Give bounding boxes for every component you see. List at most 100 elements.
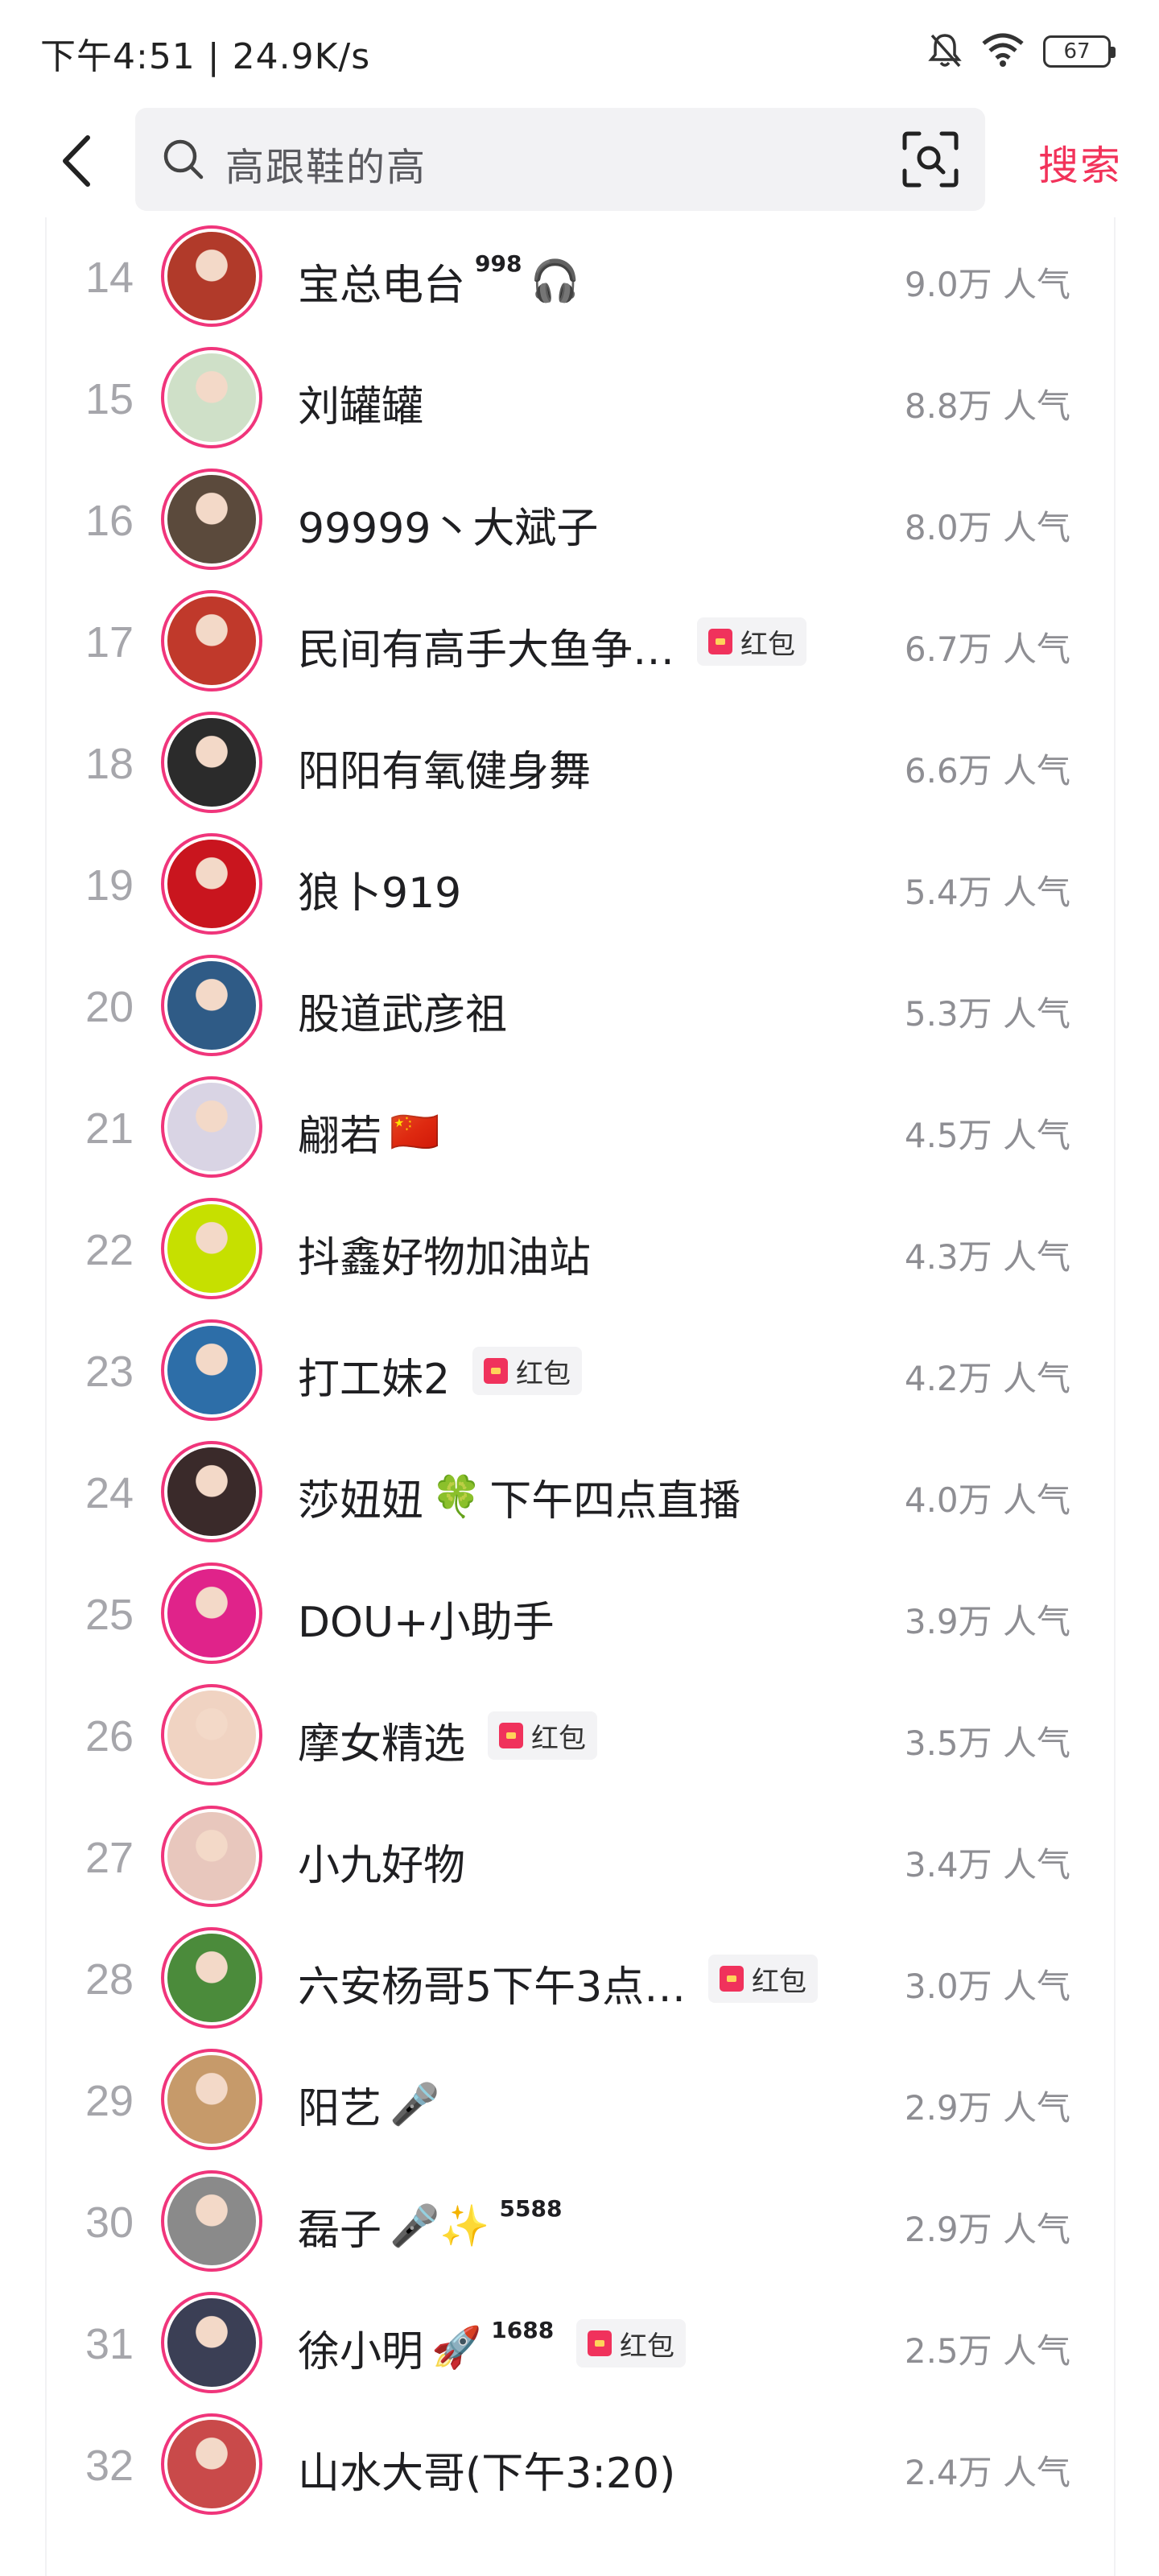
streamer-name[interactable]: 阳艺 🎤 <box>298 2074 439 2135</box>
avatar[interactable] <box>161 712 262 813</box>
avatar[interactable] <box>161 1927 262 2029</box>
streamer-name-text: 六安杨哥5下午3点… <box>298 1963 687 2012</box>
list-item[interactable]: 30 磊子 🎤✨ 5588 2.9万 人气 <box>47 2159 1117 2283</box>
list-item[interactable]: 28 六安杨哥5下午3点… 红包 3.0万 人气 <box>47 1916 1117 2040</box>
streamer-name-text: 狼卜919 <box>298 869 462 918</box>
red-envelope-icon <box>588 2330 612 2356</box>
avatar-image <box>167 475 256 564</box>
list-item[interactable]: 26 摩女精选 红包 3.5万 人气 <box>47 1673 1117 1797</box>
streamer-name[interactable]: 刘罐罐 <box>298 373 423 433</box>
battery-icon: 67 <box>1043 35 1116 68</box>
avatar-image <box>167 1326 256 1414</box>
name-emoji: 🇨🇳 <box>390 1108 440 1155</box>
name-emoji: 🚀 <box>431 2324 482 2371</box>
red-envelope-badge[interactable]: 红包 <box>697 617 806 666</box>
avatar[interactable] <box>161 1198 262 1299</box>
streamer-name-text: 打工妹2 <box>298 1356 451 1404</box>
avatar[interactable] <box>161 1319 262 1421</box>
streamer-name[interactable]: 阳阳有氧健身舞 <box>298 737 591 798</box>
avatar[interactable] <box>161 469 262 570</box>
list-item[interactable]: 16 99999丶大斌子 8.0万 人气 <box>47 457 1117 581</box>
avatar[interactable] <box>161 590 262 691</box>
avatar-image <box>167 1812 256 1901</box>
rank-number: 25 <box>85 1591 134 1639</box>
list-item[interactable]: 19 狼卜919 5.4万 人气 <box>47 822 1117 946</box>
list-item[interactable]: 31 徐小明 🚀 1688 红包 2.5万 人气 <box>47 2281 1117 2405</box>
avatar[interactable] <box>161 2170 262 2272</box>
streamer-name[interactable]: 徐小明 🚀 1688 <box>298 2317 554 2378</box>
streamer-name[interactable]: 莎妞妞 🍀 下午四点直播 <box>298 1467 740 1527</box>
list-item[interactable]: 24 莎妞妞 🍀 下午四点直播 4.0万 人气 <box>47 1430 1117 1554</box>
list-item[interactable]: 20 股道武彦祖 5.3万 人气 <box>47 943 1117 1067</box>
streamer-name[interactable]: 磊子 🎤✨ 5588 <box>298 2195 562 2256</box>
image-search-button[interactable] <box>900 129 961 190</box>
streamer-name[interactable]: 小九好物 <box>298 1831 465 1892</box>
streamer-name[interactable]: 狼卜919 <box>298 859 461 919</box>
search-query-text: 高跟鞋的高 <box>225 145 427 190</box>
red-envelope-badge[interactable]: 红包 <box>488 1711 597 1760</box>
avatar[interactable] <box>161 1684 262 1785</box>
avatar-image <box>167 2420 256 2508</box>
list-item[interactable]: 22 抖鑫好物加油站 4.3万 人气 <box>47 1187 1117 1311</box>
streamer-name[interactable]: 翩若 🇨🇳 <box>298 1102 439 1162</box>
search-button[interactable]: 搜索 <box>1038 134 1122 192</box>
red-envelope-badge[interactable]: 红包 <box>472 1347 582 1395</box>
streamer-name-text: 山水大哥(下午3:20) <box>298 2450 676 2498</box>
streamer-name[interactable]: 民间有高手大鱼争… <box>298 616 674 676</box>
red-envelope-icon <box>499 1723 523 1748</box>
avatar-image <box>167 840 256 928</box>
popularity-count: 3.9万 人气 <box>904 1602 1070 1641</box>
popularity-count: 3.0万 人气 <box>904 1967 1070 2006</box>
avatar[interactable] <box>161 347 262 448</box>
streamer-name[interactable]: DOU+小助手 <box>298 1588 555 1649</box>
search-input[interactable]: 高跟鞋的高 <box>135 108 985 211</box>
list-item[interactable]: 29 阳艺 🎤 2.9万 人气 <box>47 2037 1117 2161</box>
red-envelope-label: 红包 <box>516 1357 571 1390</box>
streamer-name-text: 阳艺 <box>298 2085 382 2133</box>
list-item[interactable]: 27 小九好物 3.4万 人气 <box>47 1794 1117 1918</box>
name-emoji: 🎤 <box>390 2081 440 2128</box>
avatar[interactable] <box>161 2049 262 2150</box>
streamer-name[interactable]: 打工妹2 <box>298 1345 450 1406</box>
streamer-name[interactable]: 山水大哥(下午3:20) <box>298 2439 675 2500</box>
streamer-name-text: 阳阳有氧健身舞 <box>298 748 592 796</box>
popularity-count: 5.3万 人气 <box>904 994 1070 1034</box>
list-item[interactable]: 32 山水大哥(下午3:20) 2.4万 人气 <box>47 2402 1117 2526</box>
list-item[interactable]: 14 宝总电台 998 🎧 9.0万 人气 <box>47 214 1117 338</box>
popularity-count: 3.4万 人气 <box>904 1845 1070 1885</box>
avatar[interactable] <box>161 225 262 327</box>
scan-icon <box>902 131 959 188</box>
streamer-name-text: 宝总电台 <box>298 262 466 310</box>
streamer-name[interactable]: 股道武彦祖 <box>298 980 507 1041</box>
avatar[interactable] <box>161 2413 262 2515</box>
streamer-name[interactable]: 六安杨哥5下午3点… <box>298 1953 686 2013</box>
rank-number: 30 <box>85 2198 134 2247</box>
avatar[interactable] <box>161 1441 262 1542</box>
red-envelope-badge[interactable]: 红包 <box>576 2319 686 2368</box>
streamer-name-text: 磊子 <box>298 2207 382 2255</box>
popularity-count: 2.4万 人气 <box>904 2453 1070 2492</box>
avatar[interactable] <box>161 1076 262 1178</box>
streamer-name[interactable]: 抖鑫好物加油站 <box>298 1224 591 1284</box>
list-item[interactable]: 18 阳阳有氧健身舞 6.6万 人气 <box>47 700 1117 824</box>
streamer-name[interactable]: 摩女精选 <box>298 1710 465 1770</box>
rank-number: 14 <box>85 254 134 302</box>
popularity-count: 8.0万 人气 <box>904 508 1070 547</box>
list-item[interactable]: 15 刘罐罐 8.8万 人气 <box>47 336 1117 460</box>
avatar-image <box>167 2055 256 2144</box>
rank-number: 26 <box>85 1712 134 1761</box>
list-item[interactable]: 17 民间有高手大鱼争… 红包 6.7万 人气 <box>47 579 1117 703</box>
list-item[interactable]: 23 打工妹2 红包 4.2万 人气 <box>47 1308 1117 1432</box>
rank-number: 21 <box>85 1104 134 1153</box>
list-item[interactable]: 25 DOU+小助手 3.9万 人气 <box>47 1551 1117 1675</box>
avatar[interactable] <box>161 833 262 935</box>
avatar[interactable] <box>161 955 262 1056</box>
list-item[interactable]: 21 翩若 🇨🇳 4.5万 人气 <box>47 1065 1117 1189</box>
red-envelope-badge[interactable]: 红包 <box>708 1955 818 2003</box>
streamer-name[interactable]: 宝总电台 998 🎧 <box>298 250 580 312</box>
back-button[interactable] <box>48 129 105 193</box>
avatar[interactable] <box>161 1806 262 1907</box>
avatar[interactable] <box>161 2292 262 2393</box>
avatar[interactable] <box>161 1563 262 1664</box>
streamer-name[interactable]: 99999丶大斌子 <box>298 494 598 555</box>
